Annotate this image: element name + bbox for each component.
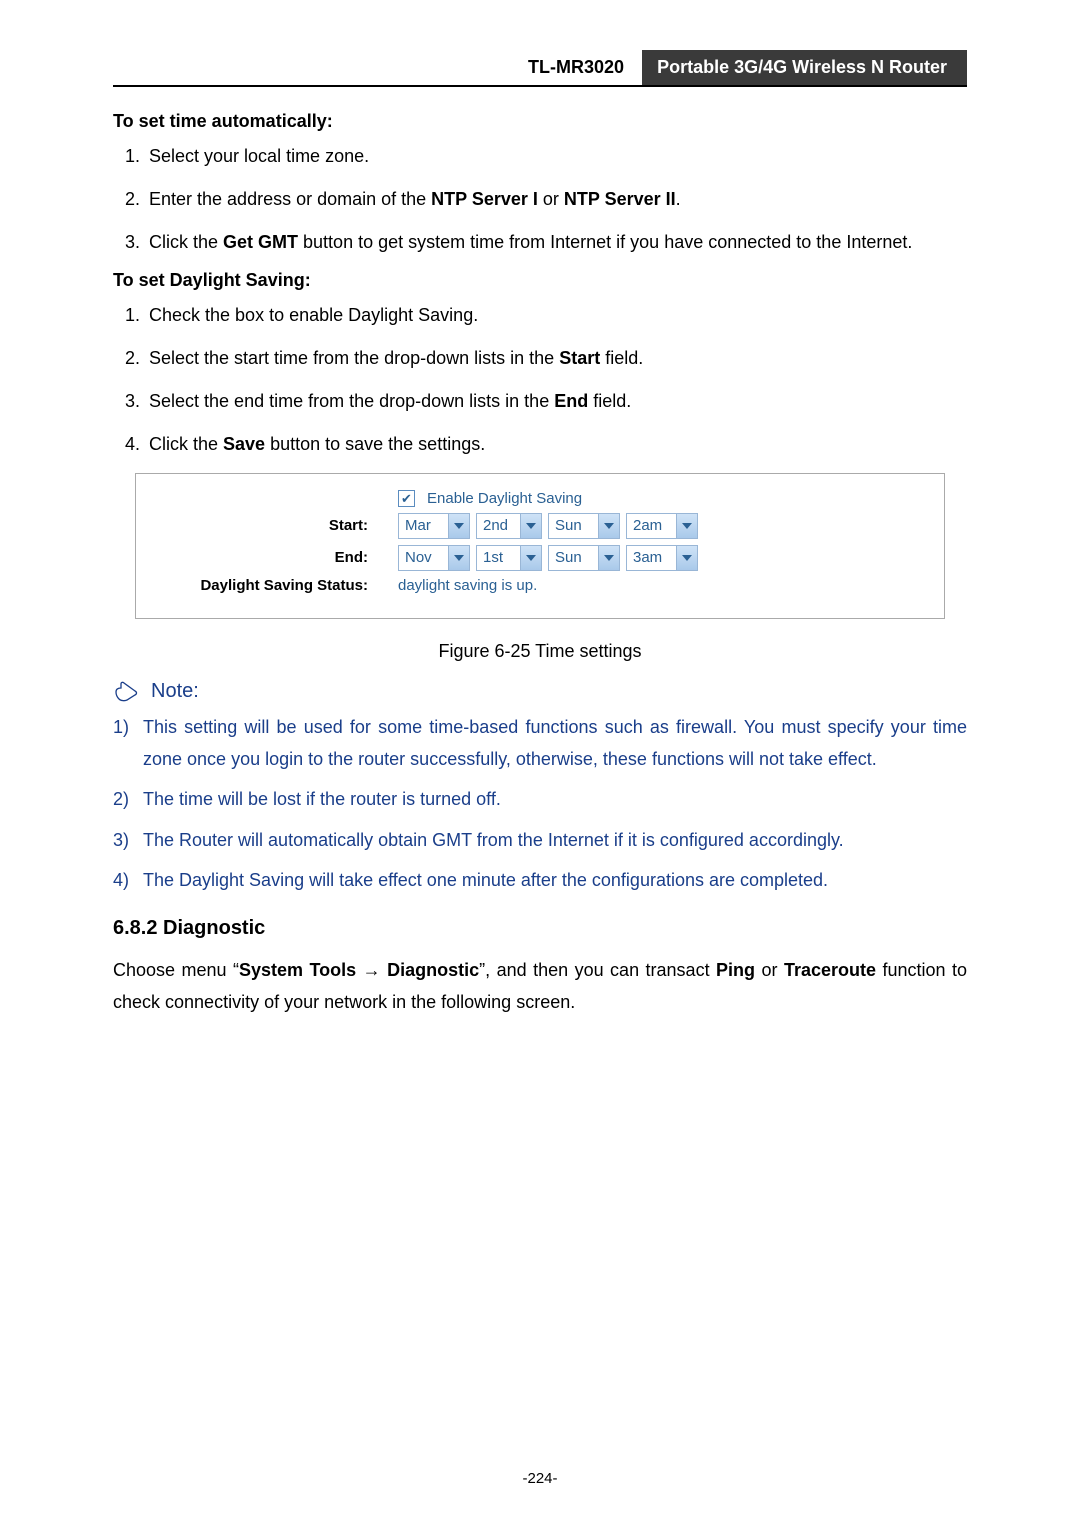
enable-dst-checkbox[interactable] [398,490,415,507]
header-title: Portable 3G/4G Wireless N Router [642,50,967,85]
enable-dst-label: Enable Daylight Saving [427,490,582,507]
end-month-select[interactable]: Nov [398,545,470,571]
section-title-dst: To set Daylight Saving: [113,270,967,291]
chevron-down-icon [598,514,619,538]
note-item-3: 3)The Router will automatically obtain G… [113,824,967,856]
steps-auto: Select your local time zone. Enter the a… [113,142,967,256]
note-label: Note: [151,680,199,703]
start-hour-select[interactable]: 2am [626,513,698,539]
step-auto-3: Click the Get GMT button to get system t… [145,228,967,257]
step-auto-2: Enter the address or domain of the NTP S… [145,185,967,214]
chevron-down-icon [676,546,697,570]
step-dst-4: Click the Save button to save the settin… [145,430,967,459]
header-model: TL-MR3020 [510,50,642,85]
steps-dst: Check the box to enable Daylight Saving.… [113,301,967,458]
page-header: TL-MR3020 Portable 3G/4G Wireless N Rout… [113,50,967,87]
status-label: Daylight Saving Status: [148,577,398,594]
start-day-select[interactable]: Sun [548,513,620,539]
section-682-heading: 6.8.2 Diagnostic [113,917,967,940]
end-label: End: [148,549,398,566]
start-label: Start: [148,517,398,534]
note-heading: Note: [113,680,967,703]
chevron-down-icon [598,546,619,570]
note-list: 1)This setting will be used for some tim… [113,711,967,897]
section-682-paragraph: Choose menu “System Tools → Diagnostic”,… [113,954,967,1019]
end-day-select[interactable]: Sun [548,545,620,571]
step-auto-1: Select your local time zone. [145,142,967,171]
chevron-down-icon [676,514,697,538]
chevron-down-icon [448,546,469,570]
step-dst-2: Select the start time from the drop-down… [145,344,967,373]
note-item-1: 1)This setting will be used for some tim… [113,711,967,776]
start-week-select[interactable]: 2nd [476,513,542,539]
step-dst-3: Select the end time from the drop-down l… [145,387,967,416]
note-item-4: 4)The Daylight Saving will take effect o… [113,864,967,896]
hand-point-icon [113,680,141,702]
chevron-down-icon [448,514,469,538]
note-item-2: 2)The time will be lost if the router is… [113,783,967,815]
step-dst-1: Check the box to enable Daylight Saving. [145,301,967,330]
section-title-auto: To set time automatically: [113,111,967,132]
chevron-down-icon [520,514,541,538]
end-hour-select[interactable]: 3am [626,545,698,571]
page-number: -224- [0,1470,1080,1487]
figure-caption: Figure 6-25 Time settings [113,641,967,662]
start-month-select[interactable]: Mar [398,513,470,539]
status-value: daylight saving is up. [398,577,537,594]
chevron-down-icon [520,546,541,570]
end-week-select[interactable]: 1st [476,545,542,571]
figure-dst-panel: Enable Daylight Saving Start: Mar 2nd Su… [135,473,945,619]
